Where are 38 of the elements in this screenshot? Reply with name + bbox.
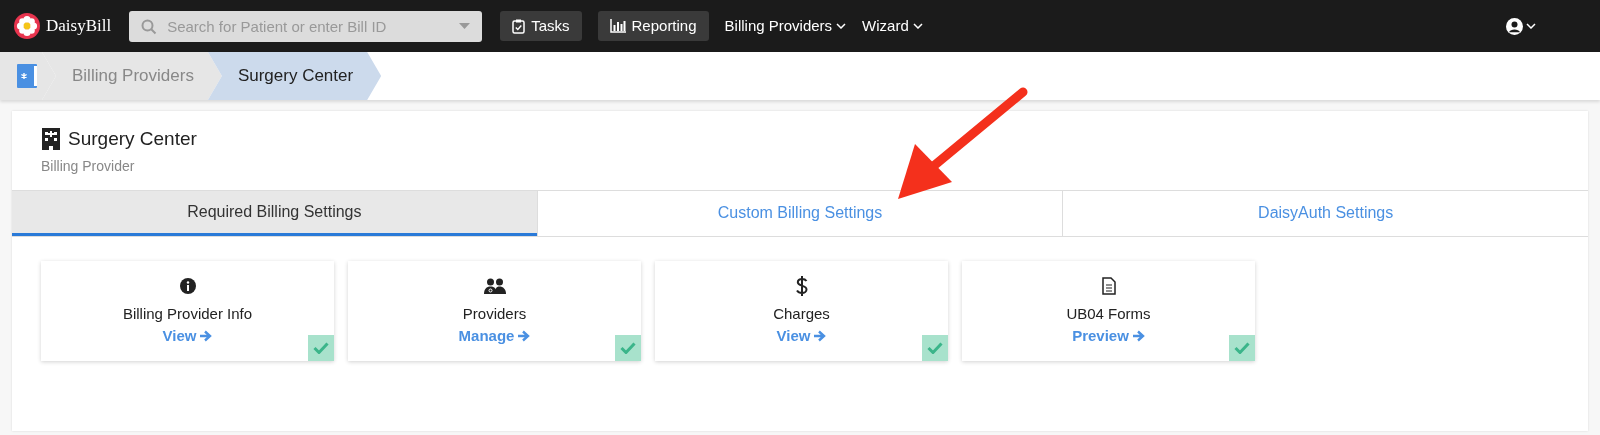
card-title: Charges — [773, 303, 830, 324]
chevron-down-icon — [1526, 23, 1536, 29]
chevron-down-icon — [912, 23, 923, 29]
card-title: Providers — [462, 303, 527, 324]
caret-icon — [459, 22, 471, 30]
check-icon — [927, 341, 943, 354]
info-icon — [179, 277, 196, 294]
address-book-icon — [17, 64, 39, 88]
dollar-icon — [795, 275, 808, 296]
nav-button[interactable]: Reporting — [597, 11, 709, 41]
arrow-right-icon — [1132, 330, 1145, 343]
search-field[interactable]: Search for Patient or enter Bill ID — [129, 10, 483, 42]
arrow-right-icon — [814, 330, 827, 343]
page-title: Surgery Center — [68, 127, 197, 151]
search-icon — [141, 18, 158, 35]
card-title: UB04 Forms — [1066, 303, 1151, 324]
user-menu[interactable] — [1506, 17, 1536, 35]
card-title: Billing Provider Info — [122, 303, 253, 324]
check-icon — [313, 341, 329, 354]
nav-button[interactable]: Tasks — [500, 11, 582, 41]
page-subtitle: Billing Provider — [41, 156, 136, 176]
tab[interactable]: Required Billing Settings — [12, 190, 537, 236]
check-icon — [1234, 341, 1250, 354]
document-icon — [1101, 276, 1116, 295]
breadcrumb-item[interactable]: Surgery Center — [207, 52, 382, 100]
arrow-right-icon — [200, 330, 213, 343]
brand-name[interactable]: DaisyBill — [46, 13, 112, 39]
building-icon — [41, 128, 61, 151]
bar-chart-icon — [609, 19, 626, 33]
clipboard-check-icon — [512, 18, 526, 34]
daisy-logo-icon — [14, 13, 40, 39]
people-icon — [483, 277, 506, 294]
user-icon — [1506, 17, 1523, 35]
nav-menu[interactable]: Billing Providers — [724, 14, 847, 38]
check-icon — [620, 341, 636, 354]
arrow-right-icon — [518, 330, 531, 343]
chevron-down-icon — [836, 23, 847, 29]
nav-menu[interactable]: Wizard — [862, 14, 923, 38]
